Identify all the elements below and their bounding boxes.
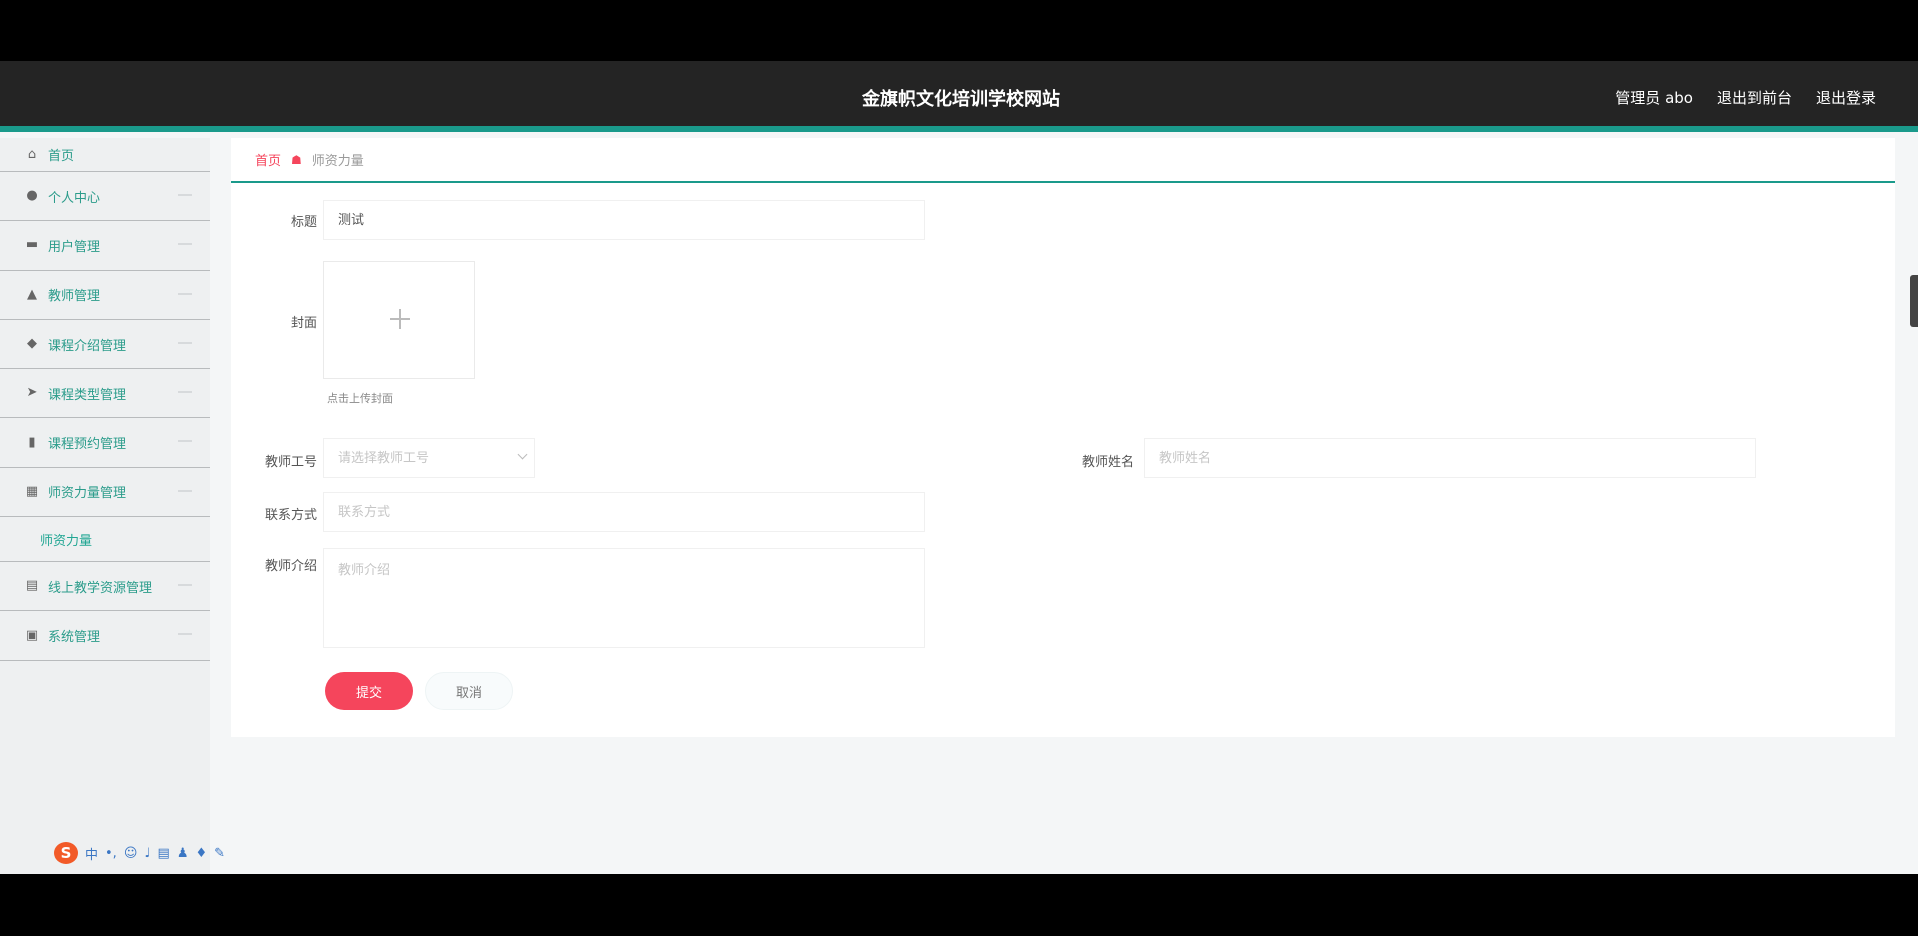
sidebar-item-user-management[interactable]: ▬ 用户管理 xyxy=(0,221,210,271)
teacher-icon: ▲ xyxy=(27,286,37,302)
menu-arrow-icon xyxy=(178,341,192,344)
sidebar-item-label: 用户管理 xyxy=(48,239,101,255)
location-icon: ◆ xyxy=(27,336,37,352)
sidebar: ⌂ 首页 ● 个人中心 ▬ 用户管理 ▲ 教师管理 ◆ 课程介绍管理 ➤ 课程类… xyxy=(0,138,210,874)
sidebar-item-home[interactable]: ⌂ 首页 xyxy=(0,138,210,172)
sidebar-item-label: 线上教学资源管理 xyxy=(48,580,153,596)
intro-textarea[interactable]: 教师介绍 xyxy=(323,548,925,648)
menu-arrow-icon xyxy=(178,489,192,492)
plus-icon xyxy=(390,309,410,329)
sidebar-item-label: 首页 xyxy=(48,149,75,164)
sidebar-item-course-type[interactable]: ➤ 课程类型管理 xyxy=(0,369,210,419)
sidebar-item-label: 课程介绍管理 xyxy=(48,338,127,354)
exit-to-front-link[interactable]: 退出到前台 xyxy=(1717,87,1792,108)
user-icon[interactable]: ♟ xyxy=(177,846,189,861)
upload-hint: 点击上传封面 xyxy=(327,392,393,405)
window-icon: ▣ xyxy=(25,627,39,643)
logout-link[interactable]: 退出登录 xyxy=(1816,87,1876,108)
menu-arrow-icon xyxy=(178,584,192,587)
cover-upload[interactable] xyxy=(323,261,475,379)
screen: 金旗帜文化培训学校网站 管理员 abo 退出到前台 退出登录 ⌂ 首页 ● 个人… xyxy=(0,61,1918,874)
punctuation-icon[interactable]: •, xyxy=(105,846,117,861)
ime-toolbar: S 中 •, ☺ ♩ ▤ ♟ ♦ ✎ xyxy=(54,842,225,864)
sogou-ime-icon[interactable]: S xyxy=(54,842,78,864)
sidebar-item-label: 课程预约管理 xyxy=(48,437,127,453)
microphone-icon[interactable]: ♩ xyxy=(144,846,150,861)
cancel-button[interactable]: 取消 xyxy=(425,672,513,710)
menu-arrow-icon xyxy=(178,633,192,636)
top-links: 管理员 abo 退出到前台 退出登录 xyxy=(1615,87,1876,108)
breadcrumb-current: 师资力量 xyxy=(311,154,364,169)
teacher-name-input[interactable]: 教师姓名 xyxy=(1144,438,1756,478)
skin-icon[interactable]: ♦ xyxy=(195,846,207,861)
sidebar-item-online-resources[interactable]: ▤ 线上教学资源管理 xyxy=(0,562,210,612)
calendar-icon: ▤ xyxy=(25,578,39,594)
menu-arrow-icon xyxy=(178,243,192,246)
sidebar-item-label: 课程类型管理 xyxy=(48,387,127,403)
scrollbar-handle[interactable] xyxy=(1910,275,1918,327)
sidebar-item-personal-center[interactable]: ● 个人中心 xyxy=(0,172,210,222)
paper-plane-icon: ➤ xyxy=(26,385,38,401)
title-label: 标题 xyxy=(290,215,317,230)
teacher-no-label: 教师工号 xyxy=(264,455,317,470)
sidebar-item-course-booking[interactable]: ▮ 课程预约管理 xyxy=(0,418,210,468)
keyboard-icon[interactable]: ▤ xyxy=(158,846,170,861)
submit-button[interactable]: 提交 xyxy=(325,672,413,710)
emoji-icon[interactable]: ☺ xyxy=(124,846,138,861)
sidebar-subitem-faculty[interactable]: 师资力量 xyxy=(0,517,210,563)
settings-icon[interactable]: ✎ xyxy=(214,846,225,861)
teacher-no-select[interactable]: 请选择教师工号 xyxy=(323,438,535,478)
contact-input[interactable]: 联系方式 xyxy=(323,492,925,532)
title-input[interactable]: 测试 xyxy=(323,200,925,240)
sidebar-item-label: 师资力量管理 xyxy=(48,486,127,502)
home-icon: ⌂ xyxy=(27,146,37,162)
sidebar-item-label: 个人中心 xyxy=(48,190,101,206)
breadcrumb: 首页 ☗ 师资力量 xyxy=(231,138,1895,183)
menu-arrow-icon xyxy=(178,391,192,394)
building-icon: ▦ xyxy=(25,483,39,499)
sidebar-item-teacher-management[interactable]: ▲ 教师管理 xyxy=(0,271,210,320)
ime-mode[interactable]: 中 xyxy=(85,844,98,863)
main-panel: 首页 ☗ 师资力量 标题 测试 封面 点击上传封面 教师工号 请选择教师工号 教… xyxy=(231,138,1895,737)
menu-arrow-icon xyxy=(178,440,192,443)
submenu-label: 师资力量 xyxy=(40,533,93,549)
top-navbar: 金旗帜文化培训学校网站 管理员 abo 退出到前台 退出登录 xyxy=(0,61,1918,132)
menu-arrow-icon xyxy=(178,194,192,196)
sidebar-item-system[interactable]: ▣ 系统管理 xyxy=(0,611,210,661)
breadcrumb-home-icon: ☗ xyxy=(291,152,302,167)
cover-label: 封面 xyxy=(290,316,317,331)
sidebar-item-faculty[interactable]: ▦ 师资力量管理 xyxy=(0,468,210,518)
monitor-icon: ▬ xyxy=(25,237,39,253)
intro-label: 教师介绍 xyxy=(264,559,317,574)
breadcrumb-home[interactable]: 首页 xyxy=(255,150,281,169)
bar-chart-icon: ▮ xyxy=(28,434,36,450)
user-icon: ● xyxy=(26,188,38,204)
admin-user-link[interactable]: 管理员 abo xyxy=(1615,87,1693,108)
teacher-name-label: 教师姓名 xyxy=(1081,455,1134,470)
sidebar-item-label: 教师管理 xyxy=(48,289,101,305)
sidebar-item-label: 系统管理 xyxy=(48,630,101,646)
contact-label: 联系方式 xyxy=(264,508,317,523)
sidebar-item-course-intro[interactable]: ◆ 课程介绍管理 xyxy=(0,320,210,370)
menu-arrow-icon xyxy=(178,292,192,295)
